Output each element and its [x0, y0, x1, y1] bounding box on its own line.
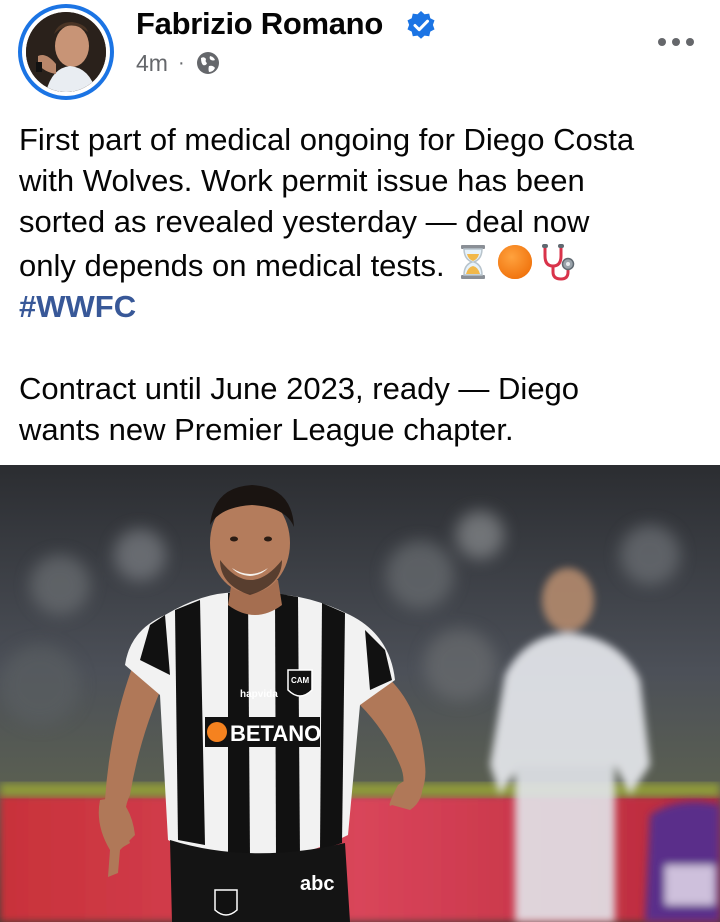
hourglass-icon [460, 245, 485, 280]
football-player-photo: BETANO CAM hapvida abc [0, 465, 720, 922]
post-text: First part of medical ongoing for Diego … [19, 120, 709, 450]
post-timestamp[interactable]: 4m [136, 50, 168, 77]
globe-icon[interactable] [195, 50, 221, 76]
hashtag-link[interactable]: #WWFC [19, 287, 709, 328]
post-header: Fabrizio Romano 4m · [0, 0, 720, 108]
crest-text: CAM [291, 676, 310, 685]
author-avatar[interactable] [18, 4, 114, 100]
avatar-image [26, 12, 106, 92]
post-photo[interactable]: BETANO CAM hapvida abc [0, 465, 720, 922]
meta-separator: · [177, 51, 185, 74]
post-text-line: sorted as revealed yesterday — deal now [19, 203, 590, 239]
orange-circle-icon [497, 245, 532, 280]
shirt-sponsor: BETANO [230, 721, 321, 746]
sleeve-sponsor: hapvida [240, 689, 278, 700]
post-text-line-with-emojis: only depends on medical tests. [19, 242, 709, 287]
post-text-line: with Wolves. Work permit issue has been [19, 162, 585, 198]
shorts-sponsor: abc [300, 873, 334, 895]
post-text-line: only depends on medical tests. [19, 248, 445, 284]
more-options-button[interactable] [652, 26, 700, 58]
emoji-row [453, 242, 579, 282]
verified-badge-icon [407, 11, 435, 39]
post-text-line: First part of medical ongoing for Diego … [19, 122, 635, 157]
post-text-line: wants new Premier League chapter. [19, 411, 514, 447]
post-card: Fabrizio Romano 4m · First part of medic… [0, 0, 720, 922]
author-name[interactable]: Fabrizio Romano [136, 6, 383, 42]
more-horizontal-icon [658, 38, 694, 46]
post-meta: 4m · [136, 48, 221, 78]
post-text-line: Contract until June 2023, ready — Diego [19, 370, 580, 406]
stethoscope-icon [541, 244, 574, 281]
